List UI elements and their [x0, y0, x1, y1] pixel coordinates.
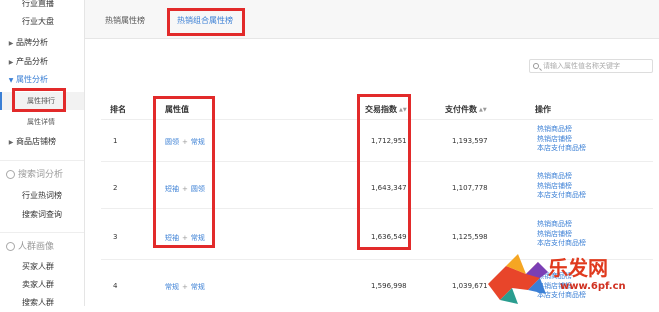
sidebar: 行业直播 行业大盘 ▶ 品牌分析 ▶ 产品分析 ▼ 属性分析 属性排行 属性详情 ▶ 商…	[0, 0, 85, 307]
operations-cell: 热销商品榜 热销店铺榜 本店支付商品榜	[537, 125, 586, 154]
hot-products-link[interactable]: 热销商品榜	[537, 172, 586, 182]
highlight-box	[167, 8, 245, 36]
search-input[interactable]: 请输入属性值名称关键字	[529, 59, 653, 73]
hot-shops-link[interactable]: 热销店铺榜	[537, 230, 586, 240]
sidebar-section-label: 搜索词分析	[18, 170, 64, 180]
search-icon	[533, 63, 539, 69]
highlight-box	[153, 96, 215, 248]
search-icon	[6, 170, 15, 179]
highlight-box	[12, 88, 66, 112]
trade-index-cell: 1,596,998	[371, 282, 407, 290]
attribute-cell: 常规 + 常规	[165, 283, 205, 291]
watermark-title: 乐发网	[548, 256, 608, 280]
hot-shops-link[interactable]: 热销店铺榜	[537, 182, 586, 192]
sidebar-section-label: 人群画像	[18, 242, 55, 252]
column-header-rank: 排名	[110, 105, 126, 114]
header-label: 支付件数	[445, 105, 477, 114]
chevron-right-icon: ▶	[8, 59, 14, 66]
tab-hot-attributes[interactable]: 热销属性榜	[105, 15, 145, 26]
sidebar-section-crowd: 人群画像	[6, 239, 54, 252]
sidebar-item-industry-live[interactable]: 行业直播	[0, 0, 84, 13]
sidebar-item-industry-market[interactable]: 行业大盘	[0, 13, 84, 31]
shop-paid-products-link[interactable]: 本店支付商品榜	[537, 144, 586, 154]
sidebar-divider	[0, 160, 84, 161]
chevron-right-icon: ▶	[8, 40, 14, 47]
paid-count-cell: 1,193,597	[452, 137, 488, 145]
rank-cell: 4	[113, 282, 118, 290]
column-header-operations: 操作	[535, 105, 551, 114]
watermark-url: www.6pf.cn	[560, 281, 626, 292]
attribute-link[interactable]: 常规	[165, 283, 179, 291]
rank-cell: 3	[113, 233, 118, 241]
column-header-paid-count[interactable]: 支付件数 ▲▼	[445, 104, 487, 115]
highlight-box	[357, 94, 411, 250]
sidebar-item-hot-words[interactable]: 行业热词榜	[0, 187, 84, 205]
sidebar-item-search-crowd[interactable]: 搜索人群	[0, 294, 84, 312]
sidebar-item-attribute-analysis[interactable]: ▼ 属性分析	[0, 71, 84, 89]
sidebar-item-brand-analysis[interactable]: ▶ 品牌分析	[0, 34, 84, 52]
paid-count-cell: 1,125,598	[452, 233, 488, 241]
sidebar-item-seller-crowd[interactable]: 卖家人群	[0, 276, 84, 294]
sidebar-item-label: 属性分析	[16, 75, 48, 84]
hot-products-link[interactable]: 热销商品榜	[537, 220, 586, 230]
sidebar-item-shop-ranking[interactable]: ▶ 商品店铺榜	[0, 133, 84, 151]
attribute-link[interactable]: 常规	[191, 283, 205, 291]
sidebar-divider	[0, 232, 84, 233]
operations-cell: 热销商品榜 热销店铺榜 本店支付商品榜	[537, 172, 586, 201]
sidebar-item-label: 商品店铺榜	[16, 137, 56, 146]
paid-count-cell: 1,107,778	[452, 184, 488, 192]
user-icon	[6, 242, 15, 251]
hot-products-link[interactable]: 热销商品榜	[537, 125, 586, 135]
rank-cell: 2	[113, 184, 118, 192]
sort-icon: ▲▼	[479, 106, 487, 113]
hot-shops-link[interactable]: 热销店铺榜	[537, 135, 586, 145]
rank-cell: 1	[113, 137, 118, 145]
sidebar-item-keyword-query[interactable]: 搜索词查询	[0, 206, 84, 224]
sidebar-item-buyer-crowd[interactable]: 买家人群	[0, 258, 84, 276]
sidebar-item-label: 品牌分析	[16, 38, 48, 47]
shop-paid-products-link[interactable]: 本店支付商品榜	[537, 191, 586, 201]
sidebar-item-attribute-detail[interactable]: 属性详情	[0, 113, 84, 131]
chevron-right-icon: ▶	[8, 139, 14, 146]
sidebar-item-product-analysis[interactable]: ▶ 产品分析	[0, 53, 84, 71]
search-placeholder: 请输入属性值名称关键字	[543, 62, 620, 70]
sidebar-item-label: 产品分析	[16, 57, 48, 66]
sidebar-section-search: 搜索词分析	[6, 167, 63, 180]
